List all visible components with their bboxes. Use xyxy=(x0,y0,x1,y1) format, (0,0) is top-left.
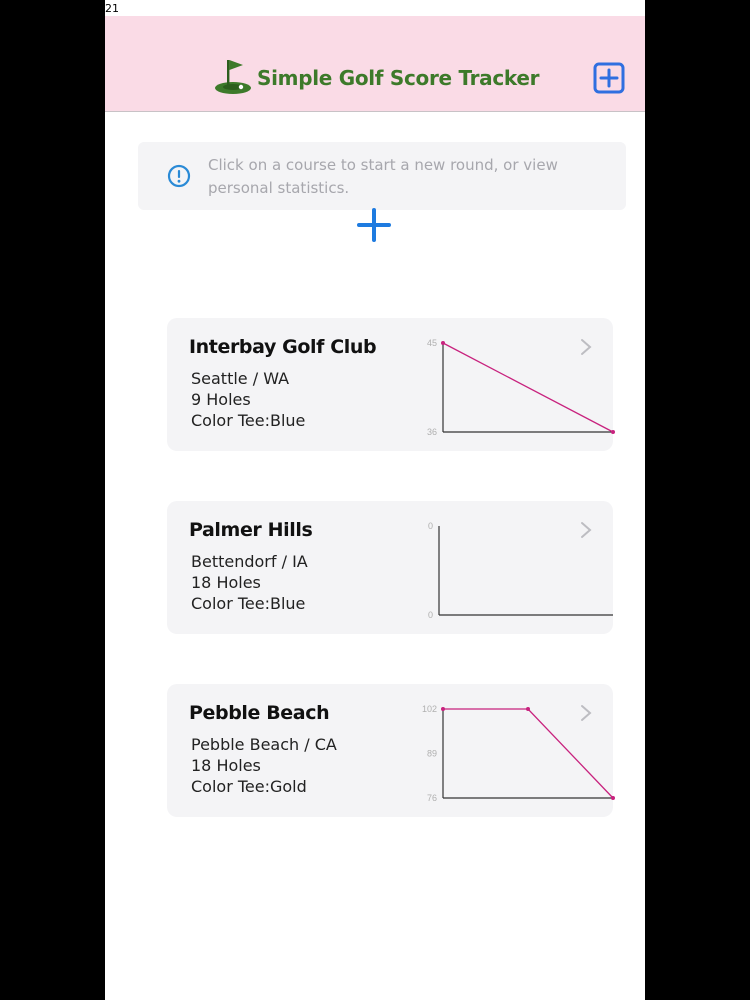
new-round-button[interactable] xyxy=(356,207,392,243)
course-holes: 18 Holes xyxy=(191,573,261,592)
course-card[interactable]: Pebble Beach Pebble Beach / CA 18 Holes … xyxy=(167,684,615,817)
course-location: Seattle / WA xyxy=(191,369,290,388)
course-location: Pebble Beach / CA xyxy=(191,735,337,754)
course-card[interactable]: Interbay Golf Club Seattle / WA 9 Holes … xyxy=(167,318,615,451)
score-chart: 102 89 76 xyxy=(422,704,615,803)
info-circle-icon xyxy=(167,164,191,188)
score-chart: 45 36 xyxy=(427,338,615,437)
chart-point xyxy=(526,707,530,711)
course-tee: Color Tee:Blue xyxy=(191,594,306,613)
golf-flag-icon xyxy=(215,60,251,94)
add-course-button[interactable] xyxy=(593,62,625,94)
course-holes: 18 Holes xyxy=(191,756,261,775)
chart-series-line xyxy=(443,708,614,799)
score-chart: 00 xyxy=(428,521,613,620)
course-tee: Color Tee:Blue xyxy=(191,411,306,430)
info-text: Click on a course to start a new round, … xyxy=(208,156,558,197)
bottom-area xyxy=(105,868,645,1000)
chart-point xyxy=(441,707,445,711)
app-title: Simple Golf Score Tracker xyxy=(257,66,540,90)
chart-point xyxy=(441,341,445,345)
chart-point xyxy=(611,430,615,434)
chart-tick-label: 45 xyxy=(427,338,437,348)
chart-tick-label: 0 xyxy=(428,521,433,531)
course-tee: Color Tee:Gold xyxy=(191,777,307,796)
course-card[interactable]: Palmer Hills Bettendorf / IA 18 Holes Co… xyxy=(167,501,613,634)
course-holes: 9 Holes xyxy=(191,390,251,409)
chart-point xyxy=(611,796,615,800)
app-screen: Simple Golf Score Tracker Click on a cou… xyxy=(105,0,645,1000)
chart-tick-label: 36 xyxy=(427,427,437,437)
course-name: Pebble Beach xyxy=(189,702,330,724)
chart-series-line xyxy=(442,342,614,433)
info-banner: Click on a course to start a new round, … xyxy=(138,142,626,210)
course-location: Bettendorf / IA xyxy=(191,552,308,571)
chart-tick-label: 89 xyxy=(427,749,437,759)
chart-tick-label: 76 xyxy=(427,793,437,803)
course-name: Interbay Golf Club xyxy=(189,336,377,358)
app-header: Simple Golf Score Tracker xyxy=(105,16,645,112)
chart-tick-label: 0 xyxy=(428,610,433,620)
chart-tick-label: 102 xyxy=(422,704,437,714)
course-name: Palmer Hills xyxy=(189,519,313,541)
status-time: 21 xyxy=(105,2,119,15)
